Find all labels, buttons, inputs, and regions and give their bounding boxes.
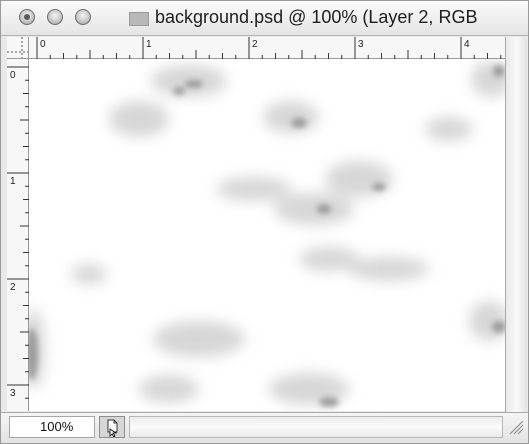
ruler-label: 4: [464, 39, 470, 50]
zoom-level-field[interactable]: 100%: [9, 416, 95, 438]
ruler-label: 3: [358, 39, 364, 50]
document-window: background.psd @ 100% (Layer 2, RGB 0 1 2 3…: [0, 0, 529, 444]
window-title: background.psd @ 100% (Layer 2, RGB: [155, 7, 478, 27]
document-info-button[interactable]: [99, 416, 125, 438]
horizontal-ruler[interactable]: 0 1 2 3 4: [29, 37, 505, 59]
image-canvas[interactable]: [29, 59, 505, 411]
canvas-texture: [29, 61, 505, 407]
horizontal-scrollbar[interactable]: [129, 416, 503, 438]
document-info-icon: [107, 419, 118, 438]
document-proxy-icon[interactable]: [129, 12, 149, 26]
vertical-ruler[interactable]: 0 1 2 3: [7, 59, 29, 411]
ruler-label: 3: [10, 388, 16, 399]
ruler-origin[interactable]: [7, 37, 29, 59]
ruler-label: 2: [10, 282, 16, 293]
status-bar: 100%: [1, 412, 528, 443]
ruler-label: 0: [10, 70, 16, 81]
zoom-icon[interactable]: [75, 9, 91, 25]
ruler-label: 1: [146, 39, 152, 50]
resize-grip-icon[interactable]: [506, 417, 524, 435]
vertical-scrollbar[interactable]: [505, 37, 527, 412]
close-icon[interactable]: [19, 9, 35, 25]
ruler-label: 0: [40, 39, 46, 50]
minimize-icon[interactable]: [47, 9, 63, 25]
title-bar[interactable]: background.psd @ 100% (Layer 2, RGB: [1, 1, 528, 36]
ruler-label: 2: [252, 39, 258, 50]
ruler-label: 1: [10, 176, 16, 187]
ruler-origin-icon: [7, 37, 28, 58]
